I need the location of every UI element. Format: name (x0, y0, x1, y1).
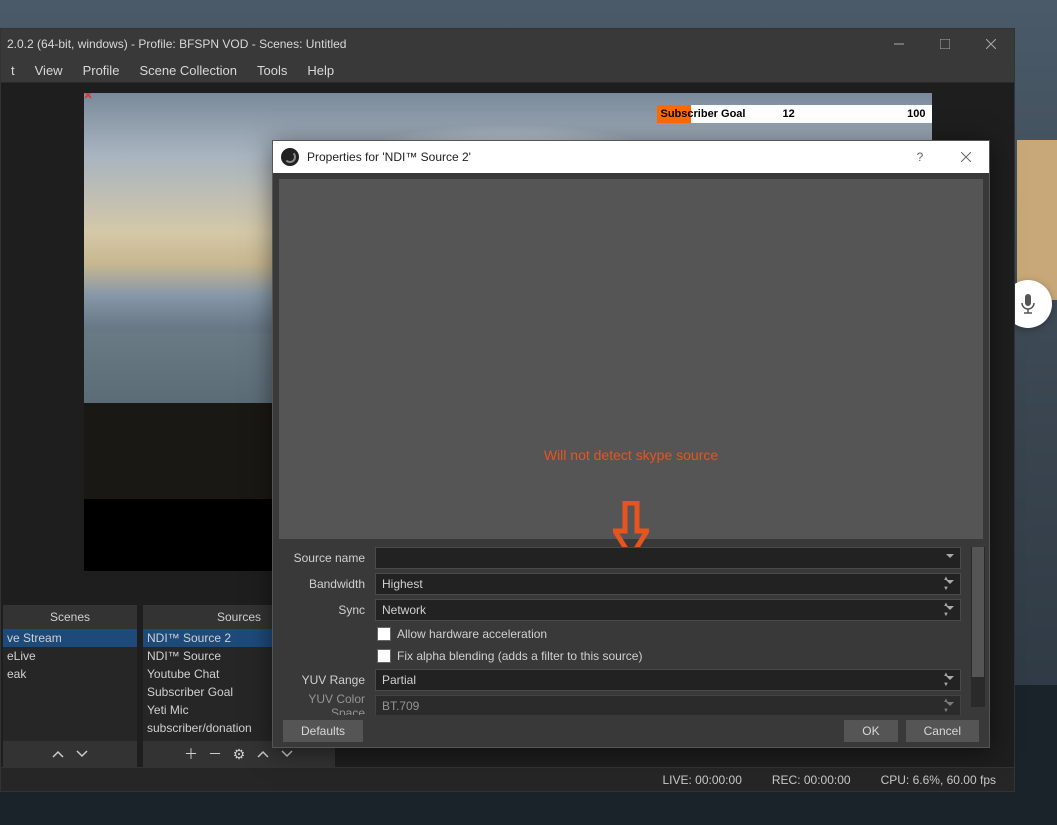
gear-icon: ⚙ (233, 746, 246, 763)
cancel-button[interactable]: Cancel (906, 720, 979, 742)
dialog-footer: Defaults OK Cancel (273, 715, 989, 747)
minimize-button[interactable] (876, 29, 922, 59)
scenes-header: Scenes (3, 605, 137, 629)
defaults-button[interactable]: Defaults (283, 720, 363, 742)
maximize-button[interactable] (922, 29, 968, 59)
subscriber-goal-bar: Subscriber Goal 12 100 (657, 105, 932, 123)
goal-current: 12 (783, 108, 795, 120)
titlebar[interactable]: 2.0.2 (64-bit, windows) - Profile: BFSPN… (1, 29, 1014, 59)
menu-item[interactable]: Help (297, 63, 344, 78)
status-cpu: CPU: 6.6%, 60.00 fps (881, 773, 996, 787)
maximize-icon (940, 39, 950, 49)
window-title: 2.0.2 (64-bit, windows) - Profile: BFSPN… (7, 37, 346, 51)
source-up-button[interactable] (252, 744, 274, 764)
scenes-footer (3, 741, 137, 767)
source-name-select[interactable] (375, 547, 961, 569)
menu-item[interactable]: Profile (73, 63, 130, 78)
minus-icon: － (208, 744, 222, 764)
minimize-icon (894, 39, 904, 49)
goal-max: 100 (907, 108, 925, 120)
dialog-preview: Will not detect skype source (279, 179, 983, 539)
chevron-up-icon (52, 750, 64, 758)
sync-label: Sync (273, 603, 375, 617)
bandwidth-label: Bandwidth (273, 577, 375, 591)
status-bar: LIVE: 00:00:00 REC: 00:00:00 CPU: 6.6%, … (1, 767, 1014, 791)
background-wood (1017, 140, 1057, 300)
goal-label: Subscriber Goal (657, 108, 746, 120)
scenes-panel: Scenes ve Stream eLive eak (3, 605, 137, 767)
scene-down-button[interactable] (71, 744, 93, 764)
dialog-titlebar[interactable]: Properties for 'NDI™ Source 2' ? (273, 141, 989, 173)
status-live: LIVE: 00:00:00 (662, 773, 741, 787)
remove-source-button[interactable]: － (204, 744, 226, 764)
dialog-form: Source name Bandwidth Highest▲▼ Sync Net… (273, 545, 989, 715)
scene-up-button[interactable] (47, 744, 69, 764)
status-rec: REC: 00:00:00 (772, 773, 851, 787)
chevron-down-icon (76, 750, 88, 758)
dialog-title: Properties for 'NDI™ Source 2' (307, 150, 471, 164)
scene-item[interactable]: eak (3, 665, 137, 683)
menubar: t View Profile Scene Collection Tools He… (1, 59, 1014, 83)
source-settings-button[interactable]: ⚙ (228, 744, 250, 764)
dialog-scrollbar[interactable] (971, 547, 985, 707)
menu-item[interactable]: Tools (247, 63, 297, 78)
close-icon (986, 39, 996, 49)
yuv-space-select[interactable]: BT.709▲▼ (375, 695, 961, 715)
ok-button[interactable]: OK (844, 720, 897, 742)
close-button[interactable] (968, 29, 1014, 59)
scene-item[interactable]: ve Stream (3, 629, 137, 647)
scenes-list[interactable]: ve Stream eLive eak (3, 629, 137, 741)
source-name-label: Source name (273, 551, 375, 565)
obs-icon (281, 148, 299, 166)
bandwidth-select[interactable]: Highest▲▼ (375, 573, 961, 595)
menu-item[interactable]: Scene Collection (129, 63, 247, 78)
scene-item[interactable]: eLive (3, 647, 137, 665)
menu-item[interactable]: t (1, 63, 25, 78)
help-icon: ? (917, 150, 924, 164)
dialog-close-button[interactable] (943, 141, 989, 173)
hw-accel-label: Allow hardware acceleration (397, 627, 547, 641)
properties-dialog: Properties for 'NDI™ Source 2' ? Will no… (272, 140, 990, 748)
yuv-range-label: YUV Range (273, 673, 375, 687)
dialog-help-button[interactable]: ? (897, 141, 943, 173)
plus-icon: ＋ (184, 744, 198, 764)
alpha-checkbox[interactable] (377, 649, 391, 663)
yuv-range-select[interactable]: Partial▲▼ (375, 669, 961, 691)
yuv-space-label: YUV Color Space (273, 692, 375, 715)
scroll-thumb[interactable] (972, 547, 984, 677)
add-source-button[interactable]: ＋ (180, 744, 202, 764)
source-error-icon: ✕ (84, 93, 94, 99)
chevron-down-icon (281, 750, 293, 758)
sync-select[interactable]: Network▲▼ (375, 599, 961, 621)
hw-accel-checkbox[interactable] (377, 627, 391, 641)
microphone-icon (1018, 292, 1038, 316)
alpha-label: Fix alpha blending (adds a filter to thi… (397, 649, 642, 663)
chevron-up-icon (257, 750, 269, 758)
menu-item[interactable]: View (25, 63, 73, 78)
close-icon (961, 152, 971, 162)
annotation-text: Will not detect skype source (544, 447, 718, 463)
